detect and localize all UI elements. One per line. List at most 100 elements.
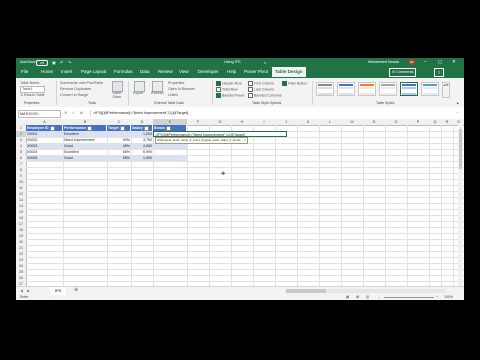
next-sheet-icon[interactable]: ▶	[27, 288, 30, 293]
zoom-in-icon[interactable]: +	[436, 295, 438, 299]
tab-home[interactable]: Home	[41, 69, 53, 74]
minimize-icon[interactable]: –	[424, 59, 427, 64]
properties-button[interactable]: Properties	[168, 81, 184, 85]
column-header[interactable]: H	[231, 119, 254, 126]
tab-help[interactable]: Help	[227, 69, 236, 74]
tab-file[interactable]: File	[21, 69, 28, 74]
first-column-checkbox[interactable]: First Column	[248, 81, 274, 86]
zoom-slider[interactable]	[384, 297, 434, 298]
close-icon[interactable]: ✕	[452, 59, 456, 65]
vertical-scrollbar[interactable]	[458, 125, 463, 286]
column-header[interactable]: I	[253, 119, 276, 126]
column-header[interactable]: M	[341, 119, 364, 126]
table-cell[interactable]: Good	[63, 155, 107, 161]
export-button[interactable]: Export	[133, 91, 143, 95]
refresh-button[interactable]: Refresh	[151, 91, 164, 95]
convert-to-range-button[interactable]: Convert to Range	[60, 93, 88, 97]
prev-sheet-icon[interactable]: ◀	[20, 288, 23, 293]
tab-insert[interactable]: Insert	[61, 69, 72, 74]
header-label: Salary	[132, 126, 143, 130]
search-icon[interactable]: ⌕	[264, 60, 266, 65]
filter-dropdown-icon[interactable]	[86, 125, 92, 131]
table-style-swatch[interactable]	[316, 82, 334, 96]
banded-columns-checkbox[interactable]: Banded Columns	[248, 93, 282, 98]
table-cell[interactable]	[153, 155, 187, 161]
undo-icon[interactable]: ↶	[60, 60, 63, 65]
last-column-checkbox[interactable]: Last Column	[248, 87, 274, 92]
tab-data[interactable]: Data	[140, 69, 150, 74]
comments-button[interactable]: ✉ Comments	[389, 68, 417, 77]
group-tools: Tools	[88, 101, 96, 105]
remove-duplicates-button[interactable]: Remove Duplicates	[60, 87, 91, 91]
tab-table-design[interactable]: Table Design	[272, 67, 306, 77]
table-style-swatch[interactable]	[337, 82, 355, 96]
worksheet-grid[interactable]: A B C D E F G H I J K L M N O P Q R S 1 …	[16, 119, 464, 288]
table-cell[interactable]: 1,550	[131, 155, 153, 161]
autosave-toggle[interactable]: Off	[36, 59, 48, 66]
column-header[interactable]: O	[385, 119, 408, 126]
resize-icon: ⇲	[20, 93, 24, 97]
group-external-data: External Table Data	[154, 101, 184, 105]
divider	[212, 81, 213, 105]
resize-table-button[interactable]: ⇲ Resize Table	[20, 93, 45, 97]
name-box[interactable]: MATHCOS...	[18, 110, 61, 118]
add-sheet-icon[interactable]: ⊕	[74, 287, 78, 293]
formula-input[interactable]: =IFS([@Performance]="Need Improvement",0…	[90, 110, 453, 116]
table-name-input[interactable]: Table1	[20, 86, 45, 93]
column-header[interactable]: G	[209, 119, 232, 126]
tab-review[interactable]: Review	[158, 69, 173, 74]
tab-formulas[interactable]: Formulas	[114, 69, 133, 74]
tab-developer[interactable]: Developer	[198, 69, 219, 74]
filter-dropdown-icon[interactable]	[166, 125, 172, 131]
collapse-ribbon-icon[interactable]: ▲	[456, 101, 459, 105]
scrollbar-thumb[interactable]	[286, 289, 326, 293]
column-header[interactable]: N	[363, 119, 386, 126]
column-header[interactable]: K	[297, 119, 320, 126]
table-style-swatch[interactable]	[358, 82, 376, 96]
function-icon[interactable]: fx	[80, 110, 83, 115]
maximize-icon[interactable]: ▢	[438, 59, 442, 65]
scrollbar-thumb[interactable]	[459, 129, 462, 169]
redo-icon[interactable]: ↷	[68, 60, 71, 65]
column-header[interactable]: L	[319, 119, 342, 126]
unlink-button[interactable]: Unlink	[168, 93, 178, 97]
table-style-swatch[interactable]	[379, 82, 397, 96]
check-icon	[282, 81, 287, 86]
table-style-swatch[interactable]	[400, 82, 418, 96]
zoom-level[interactable]: 100%	[444, 295, 453, 299]
total-row-checkbox[interactable]: Total Row	[216, 87, 238, 92]
save-icon[interactable]: ▣	[52, 60, 56, 65]
insert-slicer-button[interactable]: Insert Slicer	[110, 91, 124, 99]
filter-dropdown-icon[interactable]	[49, 125, 55, 131]
tab-power-pivot[interactable]: Power Pivot	[244, 69, 268, 74]
tab-view[interactable]: View	[179, 69, 189, 74]
filter-dropdown-icon[interactable]	[143, 125, 149, 131]
column-header[interactable]: F	[187, 119, 210, 126]
table-cell[interactable]: X0005	[26, 155, 63, 161]
share-icon[interactable]: ⇪	[434, 68, 444, 77]
normal-view-icon[interactable]: ▦	[346, 295, 349, 299]
check-icon	[216, 93, 221, 98]
column-header[interactable]: P	[407, 119, 430, 126]
pivot-summarize-button[interactable]: Summarize with PivotTable	[60, 81, 103, 85]
banded-rows-checkbox[interactable]: Banded Rows	[216, 93, 244, 98]
open-in-browser-button[interactable]: Open in Browser	[168, 87, 195, 91]
gallery-scroll-icon[interactable]: ▴▾▾	[442, 82, 450, 98]
tab-page-layout[interactable]: Page Layout	[81, 69, 106, 74]
zoom-out-icon[interactable]: –	[378, 295, 380, 299]
cancel-icon[interactable]: ✕	[64, 110, 67, 115]
header-label: Performance	[64, 126, 86, 130]
page-layout-view-icon[interactable]: ▤	[356, 295, 359, 299]
horizontal-scrollbar[interactable]	[286, 289, 446, 293]
expand-formula-icon[interactable]: ⌄	[456, 110, 459, 114]
header-label: Bonus	[154, 126, 166, 130]
filter-button-checkbox[interactable]: Filter Button	[282, 81, 307, 86]
avatar[interactable]: MK	[409, 59, 415, 65]
column-header[interactable]: J	[275, 119, 298, 126]
enter-icon[interactable]: ✓	[72, 110, 75, 115]
page-break-view-icon[interactable]: ▥	[366, 295, 369, 299]
table-style-swatch[interactable]	[421, 82, 439, 96]
header-row-checkbox[interactable]: Header Row	[216, 81, 242, 86]
table-cell[interactable]: 55%	[107, 155, 131, 161]
filter-dropdown-icon[interactable]	[119, 125, 125, 131]
